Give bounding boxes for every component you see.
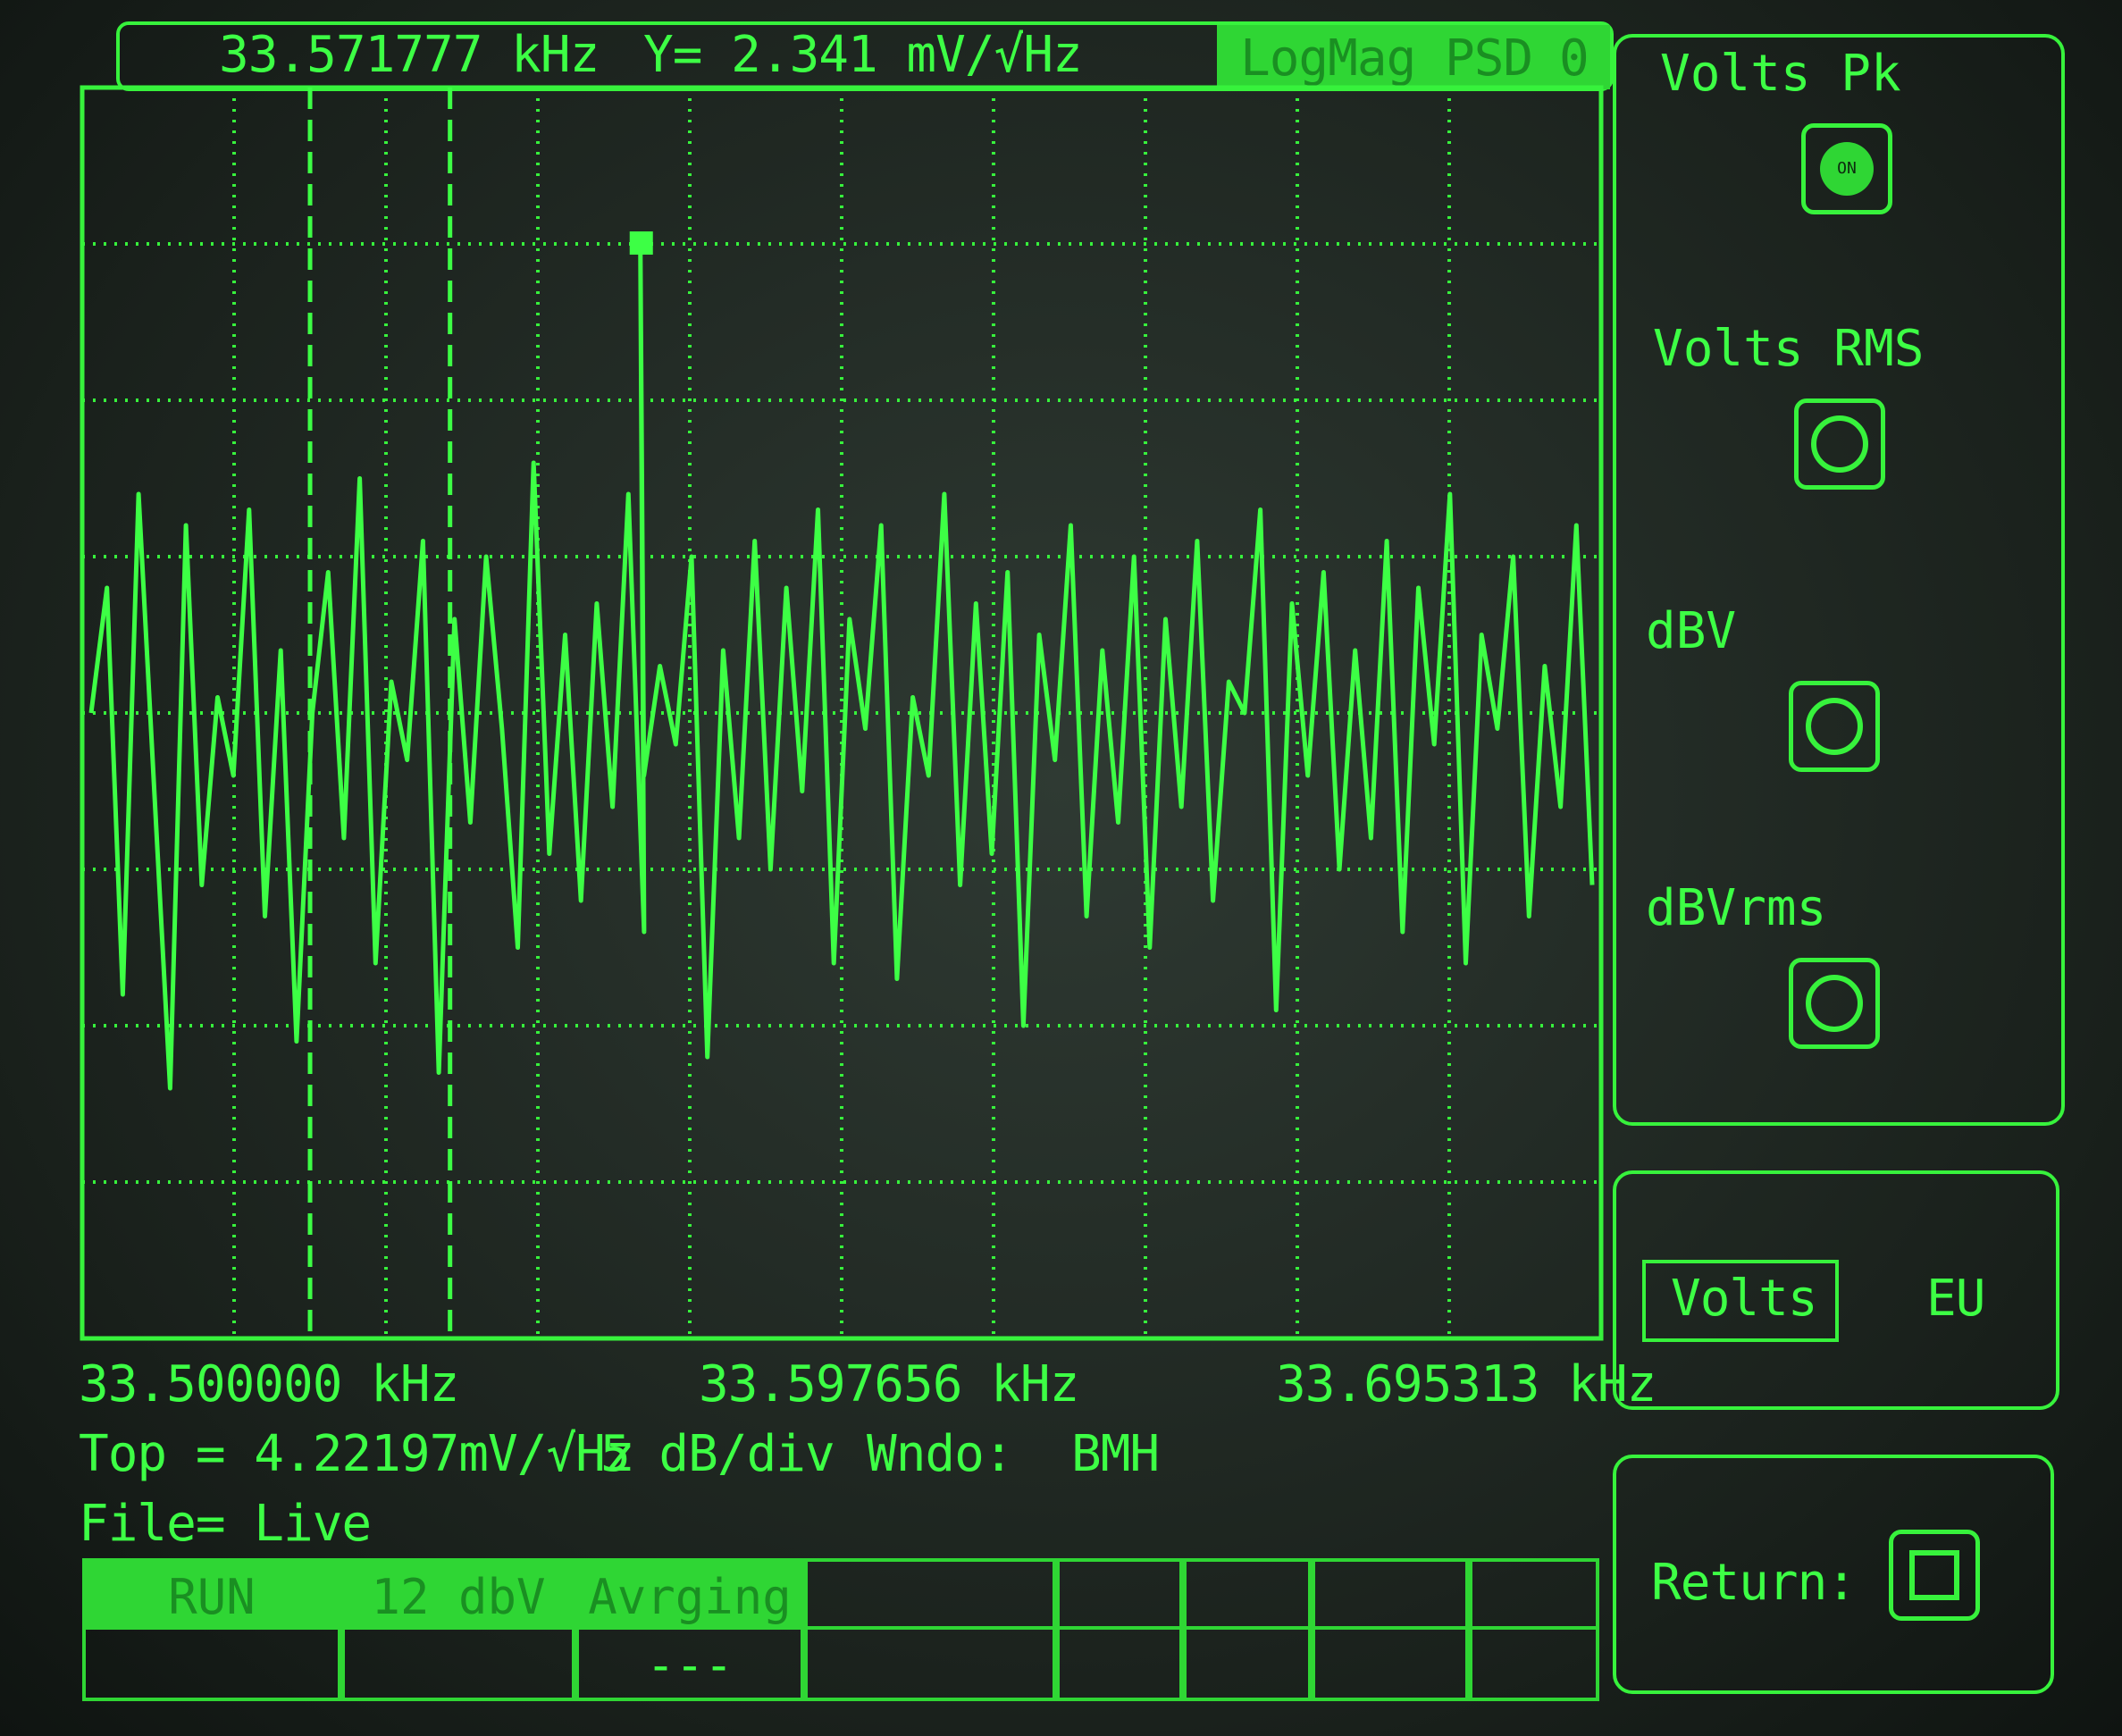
- ring-icon: [1811, 415, 1868, 473]
- return-label: Return:: [1651, 1554, 1857, 1612]
- softkey-cell-label: 12 dbV: [371, 1569, 546, 1625]
- softkey-volts-rms-label: Volts RMS: [1653, 320, 1925, 378]
- softkey-volts-rms-button[interactable]: [1794, 398, 1885, 490]
- freq-start-label: 33.500000 kHz: [79, 1355, 459, 1413]
- softkey-cell-label: RUN: [168, 1569, 256, 1625]
- file-source: File= Live: [79, 1495, 372, 1553]
- measurement-label: LogMag PSD: [1240, 29, 1533, 88]
- softkey-cell-bottom[interactable]: ---: [575, 1626, 804, 1701]
- softkey-cell-value: ---: [646, 1637, 734, 1693]
- peak-marker: [629, 231, 653, 255]
- softkey-cell-top[interactable]: [1056, 1558, 1183, 1630]
- softkey-cell-bottom[interactable]: [804, 1626, 1056, 1701]
- softkey-volts-pk-label: Volts Pk: [1660, 45, 1901, 103]
- softkey-cell-bottom[interactable]: [1469, 1626, 1599, 1701]
- softkey-cell-top[interactable]: [804, 1558, 1056, 1630]
- softkey-dbv-label: dBV: [1646, 602, 1737, 660]
- trace-index: 0: [1559, 29, 1589, 88]
- softkey-cell-bottom[interactable]: [341, 1626, 575, 1701]
- softkey-cell-bottom[interactable]: [82, 1626, 341, 1701]
- units-volts-label: Volts: [1671, 1270, 1818, 1328]
- softkey-volts-pk-button[interactable]: ON: [1801, 123, 1892, 214]
- softkey-cell-label: Avrging: [588, 1569, 792, 1625]
- bottom-softkey-bar: RUN 12 dbV Avrging ---: [82, 1558, 1601, 1701]
- ring-icon: [1806, 698, 1863, 755]
- softkey-dbvrms-label: dBVrms: [1646, 879, 1827, 937]
- window-type: Wndo: BMH: [867, 1425, 1160, 1483]
- marker-y-value: Y= 2.341 mV/√Hz: [643, 26, 1083, 84]
- scale-per-division: 5 dB/div: [600, 1425, 835, 1483]
- square-icon: [1909, 1550, 1959, 1600]
- return-button[interactable]: [1889, 1530, 1980, 1621]
- on-indicator-icon: ON: [1820, 142, 1874, 196]
- softkey-cell-top[interactable]: Avrging: [575, 1558, 804, 1630]
- softkey-cell-top[interactable]: [1312, 1558, 1469, 1630]
- ring-icon: [1806, 975, 1863, 1032]
- softkey-cell-top[interactable]: [1183, 1558, 1312, 1630]
- softkey-dbvrms-button[interactable]: [1789, 958, 1880, 1049]
- marker-frequency: 33.571777 kHz: [219, 26, 600, 84]
- softkey-cell-top[interactable]: RUN: [82, 1558, 341, 1630]
- softkey-cell-top[interactable]: 12 dbV: [341, 1558, 575, 1630]
- softkey-dbv-button[interactable]: [1789, 681, 1880, 772]
- softkey-cell-bottom[interactable]: [1183, 1626, 1312, 1701]
- spectrum-trace: [88, 241, 1595, 1091]
- softkey-cell-bottom[interactable]: [1056, 1626, 1183, 1701]
- softkey-cell-bottom[interactable]: [1312, 1626, 1469, 1701]
- units-eu-label[interactable]: EU: [1926, 1274, 1985, 1324]
- top-reference-value: Top = 4.22197mV/√Hz: [79, 1425, 635, 1483]
- marker-square-icon: [629, 231, 653, 255]
- spectrum-plot[interactable]: [79, 80, 1608, 1349]
- softkey-cell-top[interactable]: [1469, 1558, 1599, 1630]
- freq-end-label: 33.695313 kHz: [1276, 1355, 1657, 1413]
- freq-center-label: 33.597656 kHz: [699, 1355, 1079, 1413]
